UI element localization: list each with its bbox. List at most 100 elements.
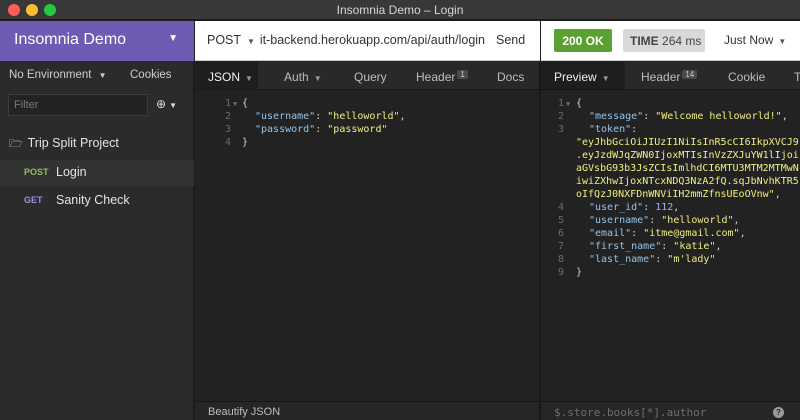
method-label: POST bbox=[207, 33, 242, 47]
tab-timeline[interactable]: T bbox=[794, 62, 800, 89]
tab-cookie[interactable]: Cookie bbox=[728, 62, 766, 89]
tab-auth[interactable]: Auth ▼ bbox=[284, 62, 322, 90]
cookies-button[interactable]: Cookies bbox=[130, 69, 172, 81]
line-number: 1 bbox=[557, 98, 564, 109]
chevron-down-icon: ▼ bbox=[98, 71, 107, 80]
workspace-title: Insomnia Demo bbox=[14, 31, 127, 48]
line-number: 3 bbox=[557, 124, 564, 135]
tab-header[interactable]: Header 1 bbox=[416, 62, 468, 90]
count-badge: 1 bbox=[457, 70, 468, 79]
time-badge: TIME 264 ms bbox=[623, 29, 705, 52]
line-number: 1 bbox=[224, 98, 231, 109]
timestamp-label: Just Now bbox=[724, 33, 774, 47]
line-number: 4 bbox=[224, 137, 231, 148]
tab-query[interactable]: Query bbox=[354, 62, 387, 90]
sidebar: Insomnia Demo ▼ No Environment ▼ Cookies… bbox=[0, 21, 194, 420]
response-header: 200 OK TIME 264 ms Just Now ▼ bbox=[541, 21, 800, 61]
token-value: .eyJzdWJqZWN0IjoxMTIsInVzZXJuYW1lIjoi bbox=[576, 150, 799, 161]
token-value: aGVsbG93b3JsZCIsImlhdCI6MTU3MTM2MTMwN bbox=[576, 163, 799, 174]
tab-label: Auth bbox=[284, 70, 309, 84]
workspace-dropdown[interactable]: Insomnia Demo ▼ bbox=[0, 21, 194, 61]
chevron-down-icon: ▼ bbox=[601, 74, 610, 83]
first-name-value: katie bbox=[679, 241, 710, 252]
method-badge: POST bbox=[24, 167, 49, 177]
request-name: Login bbox=[56, 165, 87, 179]
tab-label: Docs bbox=[497, 70, 525, 84]
tab-label: JSON bbox=[208, 70, 241, 84]
method-dropdown[interactable]: POST ▼ bbox=[207, 33, 255, 47]
folder-label: Trip Split Project bbox=[27, 136, 119, 150]
response-footer: $.store.books[*].author ? bbox=[541, 401, 800, 420]
chevron-down-icon: ▼ bbox=[168, 33, 178, 44]
line-number: 4 bbox=[557, 202, 564, 213]
url-value: https://trip-split-backend.herokuapp.com… bbox=[260, 33, 485, 47]
url-bar: POST ▼ https://trip-split-backend.herokua… bbox=[195, 21, 540, 61]
tab-label: Cookie bbox=[728, 70, 766, 84]
tab-label: Query bbox=[354, 70, 387, 84]
line-number: 6 bbox=[557, 228, 564, 239]
tab-label: Header bbox=[416, 70, 456, 84]
help-icon[interactable]: ? bbox=[773, 407, 784, 418]
token-value: oIfQzJ0NXFDnWNViIH2mmZfnsUEoOVnw bbox=[576, 189, 769, 200]
response-body-viewer[interactable]: 1 ▼{ 2 "message": "Welcome helloworld!", 3… bbox=[541, 91, 800, 401]
chevron-down-icon: ▼ bbox=[778, 37, 787, 46]
line-number: 3 bbox=[224, 124, 231, 135]
password-value: password bbox=[333, 124, 382, 135]
time-label: TIME bbox=[630, 34, 659, 48]
time-value: 264 ms bbox=[662, 34, 702, 48]
tab-preview[interactable]: Preview ▼ bbox=[541, 62, 625, 89]
username-value: helloworld bbox=[667, 215, 728, 226]
line-number: 9 bbox=[557, 267, 564, 278]
environment-row: No Environment ▼ Cookies bbox=[0, 63, 194, 87]
tab-json[interactable]: JSON ▼ bbox=[195, 62, 258, 90]
window-title: Insomnia Demo – Login bbox=[336, 3, 464, 17]
title-bar: Insomnia Demo – Login bbox=[0, 0, 800, 20]
beautify-json-button[interactable]: Beautify JSON bbox=[208, 406, 280, 418]
line-number: 7 bbox=[557, 241, 564, 252]
add-request-button[interactable]: ⊕ ▼ bbox=[156, 97, 177, 111]
tab-response-header[interactable]: Header 14 bbox=[641, 62, 698, 89]
url-input[interactable]: https://trip-split-backend.herokuapp.com… bbox=[260, 33, 485, 49]
chevron-down-icon: ▼ bbox=[247, 37, 255, 46]
fold-arrow-icon[interactable]: ▼ bbox=[233, 100, 237, 108]
count-badge: 14 bbox=[682, 70, 698, 79]
chevron-down-icon: ▼ bbox=[245, 74, 253, 83]
request-name: Sanity Check bbox=[56, 193, 130, 207]
tab-label: T bbox=[794, 70, 800, 84]
request-pane: POST ▼ https://trip-split-backend.herokua… bbox=[195, 21, 540, 420]
request-tabs: JSON ▼ Auth ▼ Query Header 1 Docs bbox=[195, 62, 539, 90]
email-value: itme@gmail.com bbox=[649, 228, 734, 239]
send-button[interactable]: Send bbox=[496, 33, 525, 47]
environment-dropdown[interactable]: No Environment ▼ bbox=[9, 69, 107, 81]
request-item-login[interactable]: POST Login bbox=[0, 160, 194, 186]
folder-item[interactable]: 🗁 Trip Split Project bbox=[9, 135, 119, 154]
filter-input[interactable] bbox=[8, 94, 148, 116]
response-pane: 200 OK TIME 264 ms Just Now ▼ Preview ▼ He… bbox=[541, 21, 800, 420]
chevron-down-icon: ▼ bbox=[313, 74, 322, 83]
message-value: Welcome helloworld! bbox=[661, 111, 776, 122]
line-number: 2 bbox=[224, 111, 231, 122]
plus-circle-icon: ⊕ bbox=[156, 97, 167, 111]
line-number: 5 bbox=[557, 215, 564, 226]
username-value: helloworld bbox=[333, 111, 394, 122]
request-footer: Beautify JSON bbox=[195, 401, 539, 420]
last-name-value: m'lady bbox=[673, 254, 710, 265]
status-badge: 200 OK bbox=[554, 29, 612, 52]
token-value: iwiZXhwIjoxNTcxNDQ3NzA2fQ.sqJbNvhKTR5 bbox=[576, 176, 799, 187]
environment-label: No Environment bbox=[9, 69, 92, 81]
fold-arrow-icon[interactable]: ▼ bbox=[566, 100, 570, 108]
response-history-dropdown[interactable]: Just Now ▼ bbox=[724, 33, 786, 47]
line-number: 8 bbox=[557, 254, 564, 265]
request-item-sanity-check[interactable]: GET Sanity Check bbox=[0, 188, 194, 214]
response-tabs: Preview ▼ Header14 Cookie T bbox=[541, 62, 800, 90]
chevron-down-icon: ▼ bbox=[169, 101, 177, 110]
tab-docs[interactable]: Docs bbox=[497, 62, 524, 90]
line-number: 2 bbox=[557, 111, 564, 122]
token-value: eyJhbGciOiJIUzI1NiIsInR5cCI6IkpXVCJ9 bbox=[582, 137, 799, 148]
response-filter-input[interactable]: $.store.books[*].author bbox=[554, 406, 706, 419]
request-body-editor[interactable]: 1 ▼{ 2 "username": "helloworld", 3 "passwor… bbox=[195, 91, 539, 401]
method-badge: GET bbox=[24, 195, 43, 205]
user-id-value: 112 bbox=[655, 202, 674, 213]
tab-label: Preview bbox=[554, 70, 597, 84]
tab-label: Header bbox=[641, 70, 681, 84]
